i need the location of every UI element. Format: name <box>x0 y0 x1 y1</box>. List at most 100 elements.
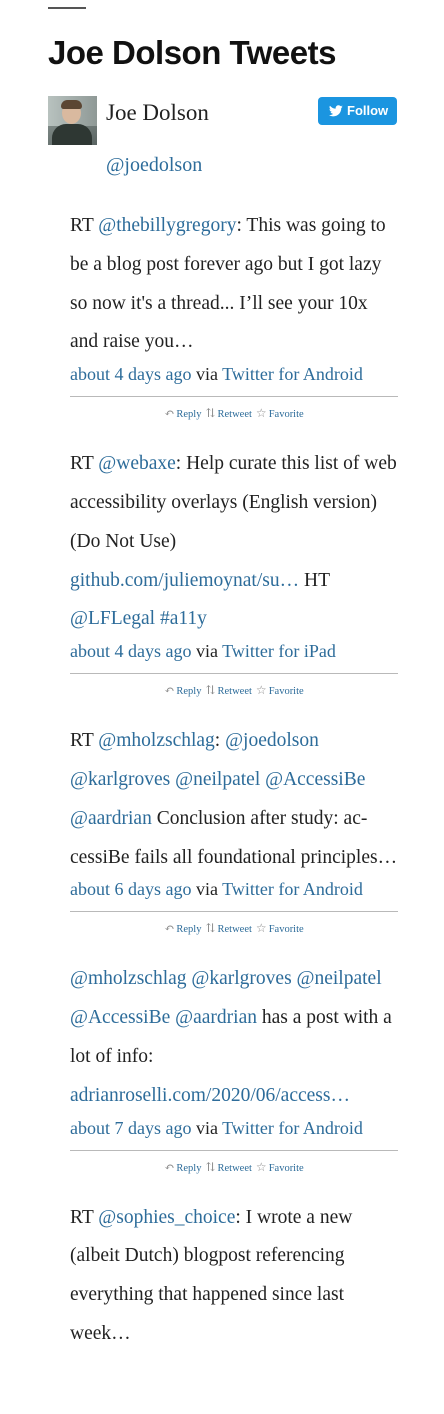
tweet-link[interactable]: @joedolson <box>225 730 319 751</box>
tweet-link[interactable]: @karlgroves <box>191 968 291 989</box>
reply-icon: ↶ <box>164 1159 175 1174</box>
tweet-link[interactable]: github.com/juliemoynat/su… <box>70 570 299 591</box>
favorite-icon: ☆ <box>255 683 267 698</box>
tweet-text: RT @thebillygregory: This was going to b… <box>70 207 398 362</box>
reply-icon: ↶ <box>164 683 175 698</box>
favorite-label: Favorite <box>268 409 304 421</box>
tweet-client-link[interactable]: Twitter for Android <box>222 364 363 384</box>
tweet-link[interactable]: @AccessiBe <box>265 769 365 790</box>
widget-title: Joe Dolson Tweets <box>48 34 336 71</box>
tweet-text-segment: RT <box>70 1206 99 1228</box>
retweet-icon: ⇅ <box>205 921 216 936</box>
tweet-text-segment: RT <box>70 730 99 752</box>
favorite-label: Favorite <box>268 1162 304 1174</box>
profile-name[interactable]: Joe Dolson <box>106 100 209 126</box>
favorite-icon: ☆ <box>255 406 267 421</box>
reply-link[interactable]: ↶ Reply <box>164 683 202 698</box>
tweet-client-link[interactable]: Twitter for Android <box>222 879 363 899</box>
retweet-link[interactable]: ⇅ Retweet <box>205 1159 252 1174</box>
reply-icon: ↶ <box>164 406 175 421</box>
favorite-link[interactable]: ☆ Favorite <box>255 683 304 698</box>
follow-label: Follow <box>347 103 389 118</box>
tweet-link[interactable]: #a11y <box>160 608 207 629</box>
retweet-label: Retweet <box>217 1162 252 1174</box>
tweet-divider <box>70 911 398 913</box>
favorite-label: Favorite <box>268 924 304 936</box>
tweet-link[interactable]: @webaxe <box>98 453 176 474</box>
tweet-item: @mholzschlag @karlgroves @neilpatel @Acc… <box>70 960 398 1175</box>
tweet-link[interactable]: adrianroselli.com/2020/06/access… <box>70 1085 350 1106</box>
tweet-meta: about 6 days ago via Twitter for Android <box>70 876 398 902</box>
tweet-link[interactable]: @karlgroves <box>70 769 170 790</box>
retweet-icon: ⇅ <box>205 1159 216 1174</box>
tweet-link[interactable]: @sophies_choice <box>98 1207 235 1228</box>
reply-label: Reply <box>176 686 202 698</box>
tweet-text: @mholzschlag @karlgroves @neilpatel @Acc… <box>70 960 398 1115</box>
tweet-link[interactable]: @LFLegal <box>70 608 155 629</box>
favorite-label: Favorite <box>268 686 304 698</box>
retweet-link[interactable]: ⇅ Retweet <box>205 683 252 698</box>
tweet-text: RT @sophies_choice: I wrote a new (albei… <box>70 1199 398 1354</box>
via-label: via <box>191 1117 223 1138</box>
retweet-label: Retweet <box>217 409 252 421</box>
tweet-timestamp-link[interactable]: about 4 days ago <box>70 641 191 661</box>
retweet-link[interactable]: ⇅ Retweet <box>205 921 251 936</box>
tweet-item: RT @webaxe: Help curate this list of web… <box>70 445 398 699</box>
tweet-actions: ↶ Reply ⇅ Retweet ☆ Favorite <box>70 921 398 937</box>
follow-button[interactable]: Follow <box>318 97 397 125</box>
tweet-link[interactable]: @thebillygregory <box>98 215 236 236</box>
profile-handle-link[interactable]: @joedolson <box>106 154 202 177</box>
via-label: via <box>191 879 223 900</box>
tweet-meta: about 4 days ago via Twitter for iPad <box>70 638 398 664</box>
profile-header: Joe Dolson Follow @joedolson <box>48 96 398 188</box>
tweet-list: RT @thebillygregory: This was going to b… <box>70 207 398 1377</box>
retweet-link[interactable]: ⇅ Retweet <box>205 406 252 421</box>
tweet-text-segment: : <box>214 730 226 752</box>
tweet-divider <box>70 673 398 675</box>
favorite-link[interactable]: ☆ Favorite <box>255 406 304 421</box>
tweet-actions: ↶ Reply ⇅ Retweet ☆ Favorite <box>70 683 398 699</box>
retweet-label: Retweet <box>217 686 252 698</box>
tweet-link[interactable]: @mholzschlag <box>98 730 215 751</box>
reply-link[interactable]: ↶ Reply <box>164 1159 202 1174</box>
via-label: via <box>191 641 223 662</box>
tweet-text-segment: RT <box>70 453 99 475</box>
tweet-item: RT @mholzschlag: @joedolson @karlgroves … <box>70 722 398 937</box>
reply-link[interactable]: ↶ Reply <box>164 921 202 936</box>
tweet-meta: about 7 days ago via Twitter for Android <box>70 1115 398 1141</box>
tweet-text-segment: HT <box>299 569 330 591</box>
favorite-icon: ☆ <box>255 921 267 936</box>
reply-label: Reply <box>176 1162 202 1174</box>
tweet-actions: ↶ Reply ⇅ Retweet ☆ Favorite <box>70 1160 398 1176</box>
twitter-bird-icon <box>329 104 343 116</box>
favorite-icon: ☆ <box>255 1159 267 1174</box>
via-label: via <box>191 364 223 385</box>
favorite-link[interactable]: ☆ Favorite <box>255 921 304 936</box>
retweet-icon: ⇅ <box>205 683 216 698</box>
reply-label: Reply <box>176 409 202 421</box>
tweet-meta: about 4 days ago via Twitter for Android <box>70 361 398 387</box>
reply-label: Reply <box>176 924 202 936</box>
reply-link[interactable]: ↶ Reply <box>164 406 202 421</box>
tweet-client-link[interactable]: Twitter for Android <box>222 1118 363 1138</box>
tweet-actions: ↶ Reply ⇅ Retweet ☆ Favorite <box>70 406 398 422</box>
tweet-link[interactable]: @aardrian <box>175 1007 257 1028</box>
tweet-client-link[interactable]: Twitter for iPad <box>222 641 336 661</box>
reply-icon: ↶ <box>164 921 175 936</box>
tweet-timestamp-link[interactable]: about 7 days ago <box>70 1118 191 1138</box>
favorite-link[interactable]: ☆ Favorite <box>255 1159 304 1174</box>
tweet-item: RT @sophies_choice: I wrote a new (albei… <box>70 1199 398 1354</box>
tweet-item: RT @thebillygregory: This was going to b… <box>70 207 398 422</box>
tweet-link[interactable]: @mholzschlag <box>70 968 187 989</box>
tweet-text: RT @webaxe: Help curate this list of web… <box>70 445 398 639</box>
tweet-link[interactable]: @AccessiBe <box>70 1007 170 1028</box>
tweet-link[interactable]: @aardrian <box>70 808 152 829</box>
tweet-timestamp-link[interactable]: about 6 days ago <box>70 879 191 899</box>
retweet-icon: ⇅ <box>205 406 216 421</box>
tweet-timestamp-link[interactable]: about 4 days ago <box>70 364 191 384</box>
tweet-link[interactable]: @neilpatel <box>175 769 260 790</box>
top-rule <box>48 7 86 9</box>
avatar[interactable] <box>48 96 97 145</box>
tweet-text-segment: RT <box>70 215 99 236</box>
tweet-link[interactable]: @neilpatel <box>297 968 382 989</box>
